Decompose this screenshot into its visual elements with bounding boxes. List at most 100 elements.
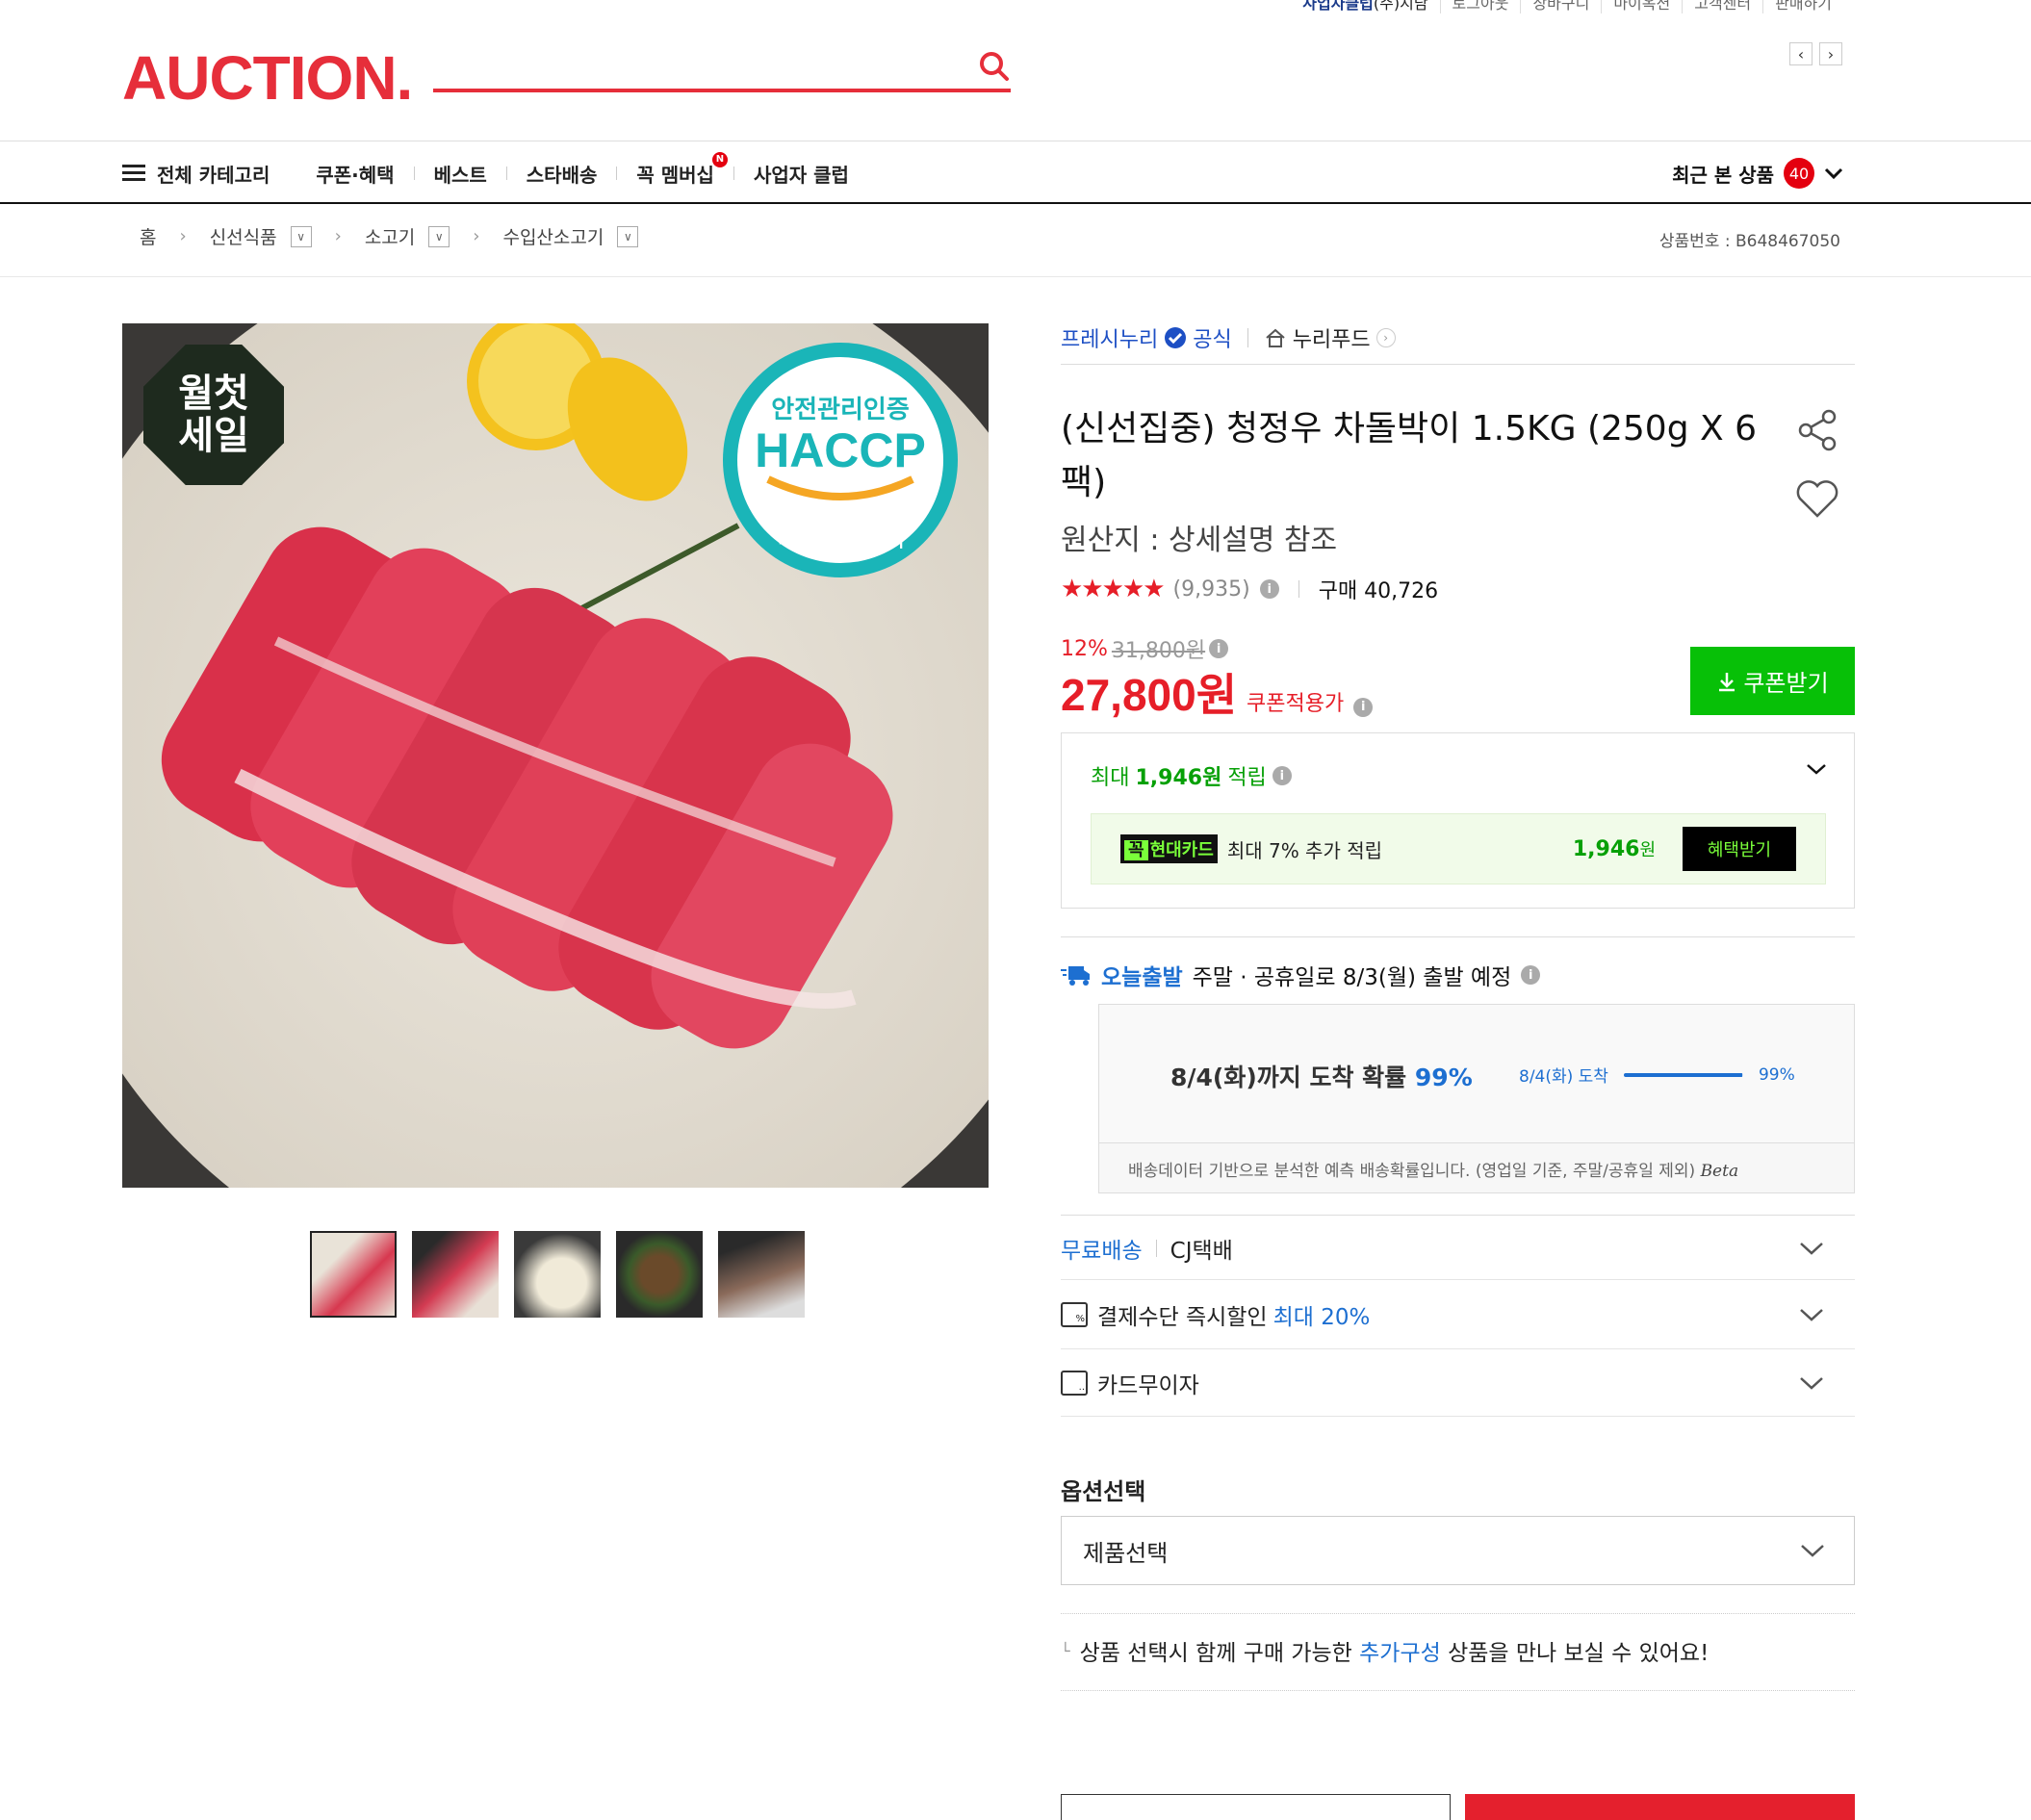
customer-center-link[interactable]: 고객센터: [1682, 0, 1762, 13]
nav-best[interactable]: 베스트: [415, 160, 506, 188]
shipping-schedule: 주말 · 공휴일로 8/3(월) 출발 예정: [1192, 965, 1512, 990]
payment-discount-label: 결제수단 즉시할인: [1097, 1304, 1268, 1330]
divider: [1061, 936, 1855, 937]
cart-button[interactable]: [1061, 1794, 1451, 1820]
recent-label: 최근 본 상품: [1672, 163, 1774, 187]
sale-badge-bottom: 세일: [178, 414, 249, 458]
cart-link[interactable]: 장바구니: [1520, 0, 1601, 13]
info-icon[interactable]: i: [1521, 965, 1541, 985]
business-club-link[interactable]: 사업자클럽(주)지담: [1291, 0, 1439, 13]
logout-link[interactable]: 로그아웃: [1439, 0, 1521, 13]
divider: [1061, 1613, 1855, 1614]
thumbnail-5[interactable]: [718, 1231, 805, 1318]
probability-bar-value: 99%: [1758, 1064, 1795, 1085]
my-auction-link[interactable]: 마이옥션: [1601, 0, 1682, 13]
haccp-top-text: 안전관리인증: [771, 396, 910, 424]
payment-discount-icon: %: [1061, 1301, 1088, 1327]
dropdown-toggle-icon[interactable]: ∨: [428, 225, 450, 247]
divider: [1155, 1239, 1157, 1257]
product-title: (신선집중) 청정우 차돌박이 1.5KG (250g X 6팩): [1061, 409, 1758, 502]
corner-arrow-icon: └: [1061, 1641, 1070, 1660]
new-badge: N: [711, 151, 728, 167]
thumbnail-2[interactable]: [412, 1231, 499, 1318]
option-section-title: 옵션선택: [1061, 1478, 1146, 1505]
wishlist-heart-icon[interactable]: [1794, 477, 1840, 520]
discount-percent: 12%: [1061, 636, 1108, 661]
chevron-down-icon[interactable]: [1806, 762, 1827, 776]
search-input[interactable]: [439, 50, 959, 87]
sell-link[interactable]: 판매하기: [1762, 0, 1843, 13]
thumbnail-4[interactable]: [616, 1231, 703, 1318]
info-icon[interactable]: i: [1259, 579, 1279, 599]
divider: [1247, 328, 1248, 347]
prev-arrow-icon[interactable]: ‹: [1789, 42, 1812, 65]
official-label: 공식: [1193, 328, 1232, 352]
shipping-row[interactable]: 무료배송 CJ택배: [1061, 1217, 1855, 1280]
card-interest-label: 카드무이자: [1097, 1372, 1199, 1398]
breadcrumb-level-2[interactable]: 소고기: [365, 223, 415, 249]
dropdown-toggle-icon[interactable]: ∨: [290, 225, 312, 247]
card-benefit-amount: 1,946원: [1572, 837, 1656, 861]
payment-discount-row[interactable]: % 결제수단 즉시할인 최대 20%: [1061, 1280, 1855, 1349]
coupon-button[interactable]: 쿠폰받기: [1690, 647, 1855, 715]
store-link[interactable]: 누리푸드: [1293, 322, 1371, 353]
chevron-down-icon: [1824, 167, 1843, 180]
nav-business-club[interactable]: 사업자 클럽: [734, 160, 868, 188]
store-home-icon: [1266, 328, 1285, 347]
card-benefit-text: 최대 7% 추가 적립: [1226, 838, 1383, 862]
chevron-right-icon[interactable]: ›: [1375, 328, 1396, 347]
auction-logo[interactable]: AUCTION.: [122, 42, 413, 114]
nav-membership-label: 꼭 멤버십: [636, 163, 714, 187]
chevron-right-icon: ›: [334, 226, 342, 246]
delivery-row: 오늘출발 주말 · 공휴일로 8/3(월) 출발 예정 i: [1061, 959, 1855, 991]
coupon-button-label: 쿠폰받기: [1743, 671, 1829, 697]
payment-discount-highlight: 최대 20%: [1273, 1304, 1371, 1330]
thumbnail-1[interactable]: [310, 1231, 397, 1318]
breadcrumb: 홈 › 신선식품 ∨ › 소고기 ∨ › 수입산소고기 ∨: [140, 223, 639, 249]
all-category-button[interactable]: 전체 카테고리: [122, 160, 296, 188]
chevron-down-icon: [1800, 1242, 1823, 1255]
delivery-probability-box: 8/4(화)까지 도착 확률 99% 8/4(화) 도착 99% 배송데이터 기…: [1098, 1004, 1855, 1193]
sale-badge-top: 월첫: [178, 372, 249, 416]
probability-main: 8/4(화)까지 도착 확률 99%: [1170, 1059, 1473, 1093]
chevron-down-icon: [1800, 1308, 1823, 1321]
chevron-down-icon: [1801, 1545, 1824, 1557]
points-amount: 1,946원: [1135, 766, 1222, 790]
breadcrumb-level-3[interactable]: 수입산소고기: [502, 223, 604, 249]
probability-bar-label: 8/4(화) 도착: [1519, 1067, 1608, 1087]
search-icon[interactable]: [978, 50, 1011, 83]
get-benefit-button[interactable]: 혜택받기: [1683, 827, 1796, 871]
brand-link[interactable]: 프레시누리: [1061, 322, 1158, 353]
product-main-image[interactable]: 월첫 세일 안전관리인증 HACCP 식품의약품안전처: [122, 323, 989, 1188]
share-icon[interactable]: [1796, 408, 1840, 452]
thumbnail-3[interactable]: [514, 1231, 601, 1318]
divider: [1061, 1690, 1855, 1691]
divider: [1061, 1215, 1855, 1216]
buy-now-button[interactable]: [1465, 1794, 1855, 1820]
info-icon[interactable]: i: [1272, 766, 1292, 785]
chevron-right-icon: ›: [473, 226, 480, 246]
option-select-value: 제품선택: [1083, 1539, 1169, 1567]
nav-membership[interactable]: 꼭 멤버십 N: [617, 151, 733, 188]
recent-products-button[interactable]: 최근 본 상품 40: [1672, 141, 1843, 205]
today-shipping-label: 오늘출발: [1101, 965, 1183, 990]
card-interest-row[interactable]: .. 카드무이자: [1061, 1349, 1855, 1417]
truck-icon: [1061, 966, 1090, 986]
info-icon[interactable]: i: [1209, 639, 1229, 658]
next-arrow-icon[interactable]: ›: [1819, 42, 1842, 65]
free-shipping-label: 무료배송: [1061, 1238, 1143, 1264]
breadcrumb-home[interactable]: 홈: [140, 223, 156, 249]
info-icon[interactable]: i: [1353, 697, 1374, 717]
nav-coupon[interactable]: 쿠폰·혜택: [296, 160, 413, 188]
haccp-badge: 안전관리인증 HACCP 식품의약품안전처: [723, 343, 958, 577]
breadcrumb-level-1[interactable]: 신선식품: [210, 223, 277, 249]
nav-star-delivery[interactable]: 스타배송: [507, 160, 617, 188]
dropdown-toggle-icon[interactable]: ∨: [617, 225, 639, 247]
additional-items-link[interactable]: 추가구성: [1359, 1641, 1441, 1666]
points-header[interactable]: 최대 1,946원 적립 i: [1091, 760, 1292, 791]
shipping-carrier: CJ택배: [1170, 1238, 1233, 1264]
hyundai-card-logo: 꼭 현대카드: [1120, 834, 1218, 863]
divider: [0, 276, 2031, 277]
review-count[interactable]: (9,935): [1173, 577, 1250, 602]
option-select[interactable]: 제품선택: [1061, 1516, 1855, 1585]
